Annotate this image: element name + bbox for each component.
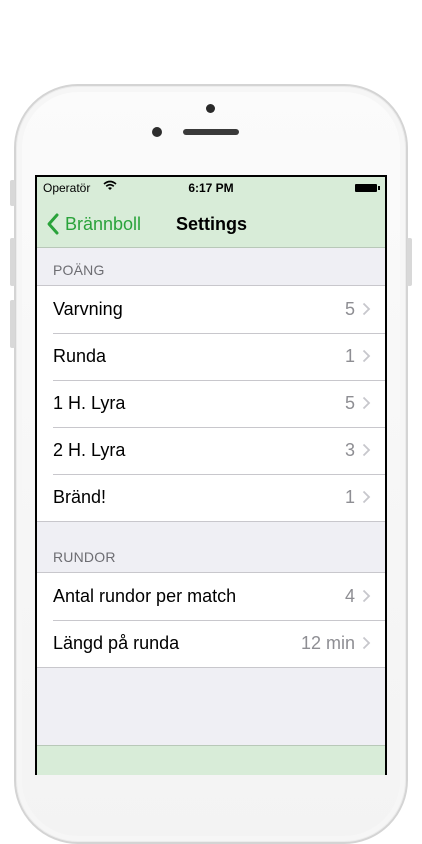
row-label: Runda: [53, 346, 107, 366]
settings-row-runda[interactable]: Runda 1: [37, 333, 385, 380]
settings-row-langd-pa-runda[interactable]: Längd på runda 12 min: [37, 620, 385, 667]
section-header-rundor: RUNDOR: [53, 549, 116, 565]
settings-row-brand[interactable]: Bränd! 1: [37, 474, 385, 521]
proximity-sensor: [206, 104, 215, 113]
power-button: [407, 238, 412, 286]
volume-down-button: [10, 300, 15, 348]
mute-switch: [10, 180, 15, 206]
navigation-bar: Operatör 6:17 PM Brännboll Settings: [37, 177, 385, 248]
settings-row-2h-lyra[interactable]: 2 H. Lyra 3: [37, 427, 385, 474]
row-value: 5: [344, 393, 355, 413]
section-group-poang: Varvning 5 Runda 1 1 H. Lyra 5 2 H. Lyra…: [37, 285, 385, 522]
phone-screen: Operatör 6:17 PM Brännboll Settings POÄN…: [35, 175, 387, 775]
chevron-right-icon: [362, 490, 371, 504]
status-time: 6:17 PM: [188, 181, 234, 195]
back-button-label: Brännboll: [65, 213, 142, 234]
section-header-poang: POÄNG: [53, 262, 105, 278]
row-label: Antal rundor per match: [53, 586, 237, 606]
row-label: Bränd!: [53, 487, 107, 507]
chevron-right-icon: [362, 443, 371, 457]
row-value: 4: [344, 586, 355, 606]
back-chevron-icon: [47, 213, 59, 235]
earpiece-speaker: [183, 129, 239, 135]
chevron-right-icon: [362, 302, 371, 316]
row-value: 5: [344, 299, 355, 319]
back-button[interactable]: Brännboll: [45, 211, 141, 237]
settings-row-varvning[interactable]: Varvning 5: [37, 286, 385, 333]
settings-row-1h-lyra[interactable]: 1 H. Lyra 5: [37, 380, 385, 427]
row-value: 1: [344, 487, 355, 507]
settings-row-antal-rundor[interactable]: Antal rundor per match 4: [37, 573, 385, 620]
chevron-right-icon: [362, 396, 371, 410]
row-label: Varvning: [53, 299, 123, 319]
chevron-right-icon: [362, 349, 371, 363]
chevron-right-icon: [362, 589, 371, 603]
chevron-right-icon: [362, 636, 371, 650]
volume-up-button: [10, 238, 15, 286]
battery-icon: [355, 184, 380, 192]
row-value: 12 min: [300, 633, 355, 653]
row-value: 3: [344, 440, 355, 460]
row-value: 1: [344, 346, 355, 366]
row-label: Längd på runda: [53, 633, 180, 653]
section-group-rundor: Antal rundor per match 4 Längd på runda …: [37, 572, 385, 668]
status-bar: Operatör 6:17 PM: [37, 177, 385, 197]
app-display: Operatör 6:17 PM Brännboll Settings POÄN…: [37, 177, 385, 775]
row-label: 2 H. Lyra: [53, 440, 126, 460]
front-camera: [152, 127, 162, 137]
row-label: 1 H. Lyra: [53, 393, 126, 413]
page-title: Settings: [176, 214, 248, 234]
